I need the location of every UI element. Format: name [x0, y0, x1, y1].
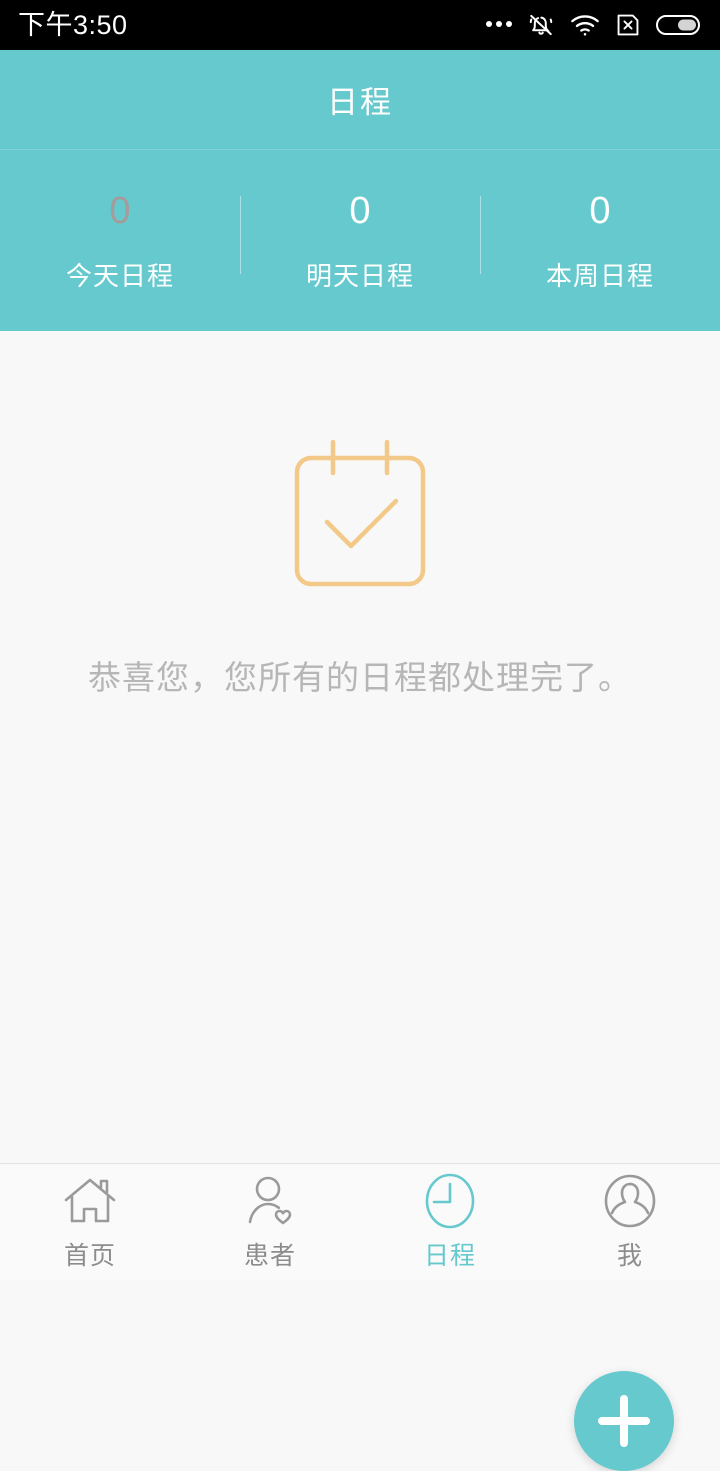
nav-label-home: 首页 — [63, 1242, 116, 1270]
clock-icon — [420, 1172, 480, 1230]
empty-state-message: 恭喜您，您所有的日程都处理完了。 — [88, 659, 632, 696]
bottom-nav: 首页 患者 日程 我 — [0, 1163, 720, 1280]
app-screen: 下午3:50 日程 0 今天日程 0 明天日程 0 本周日程 恭喜您，您所有的日… — [0, 0, 720, 1471]
schedule-summary: 0 今天日程 0 明天日程 0 本周日程 — [0, 150, 720, 330]
page-header: 日程 0 今天日程 0 明天日程 0 本周日程 — [0, 50, 720, 331]
profile-avatar-icon — [600, 1172, 660, 1230]
stat-week-label: 本周日程 — [545, 260, 654, 291]
calendar-check-icon — [270, 421, 450, 601]
nav-item-profile[interactable]: 我 — [540, 1164, 720, 1280]
nav-item-home[interactable]: 首页 — [0, 1164, 180, 1280]
nav-label-patients: 患者 — [243, 1242, 296, 1270]
schedule-list-area: 恭喜您，您所有的日程都处理完了。 — [0, 331, 720, 1471]
home-icon — [60, 1172, 120, 1230]
stat-week[interactable]: 0 本周日程 — [480, 188, 720, 293]
nav-label-schedule: 日程 — [423, 1242, 476, 1270]
battery-icon — [656, 13, 702, 37]
patient-heart-icon — [240, 1172, 300, 1230]
plus-icon-vertical — [620, 1395, 628, 1447]
stat-tomorrow-value: 0 — [349, 189, 371, 232]
stat-tomorrow-label: 明天日程 — [305, 260, 414, 291]
sim-card-x-icon — [615, 12, 641, 38]
add-schedule-button[interactable] — [574, 1371, 674, 1471]
stat-today[interactable]: 0 今天日程 — [0, 188, 240, 293]
empty-state: 恭喜您，您所有的日程都处理完了。 — [0, 421, 720, 699]
stat-today-value: 0 — [109, 189, 131, 232]
nav-item-patients[interactable]: 患者 — [180, 1164, 360, 1280]
nav-item-schedule[interactable]: 日程 — [360, 1164, 540, 1280]
page-title: 日程 — [327, 85, 393, 120]
more-dots-icon — [486, 21, 512, 29]
status-icon-group — [486, 11, 702, 39]
stat-today-label: 今天日程 — [65, 260, 174, 291]
status-bar: 下午3:50 — [0, 0, 720, 50]
wifi-icon — [570, 12, 600, 38]
stat-tomorrow[interactable]: 0 明天日程 — [240, 188, 480, 293]
nav-label-profile: 我 — [616, 1242, 643, 1270]
title-bar: 日程 — [0, 50, 720, 150]
status-clock: 下午3:50 — [18, 9, 128, 40]
bell-muted-icon — [527, 11, 555, 39]
stat-week-value: 0 — [589, 189, 611, 232]
